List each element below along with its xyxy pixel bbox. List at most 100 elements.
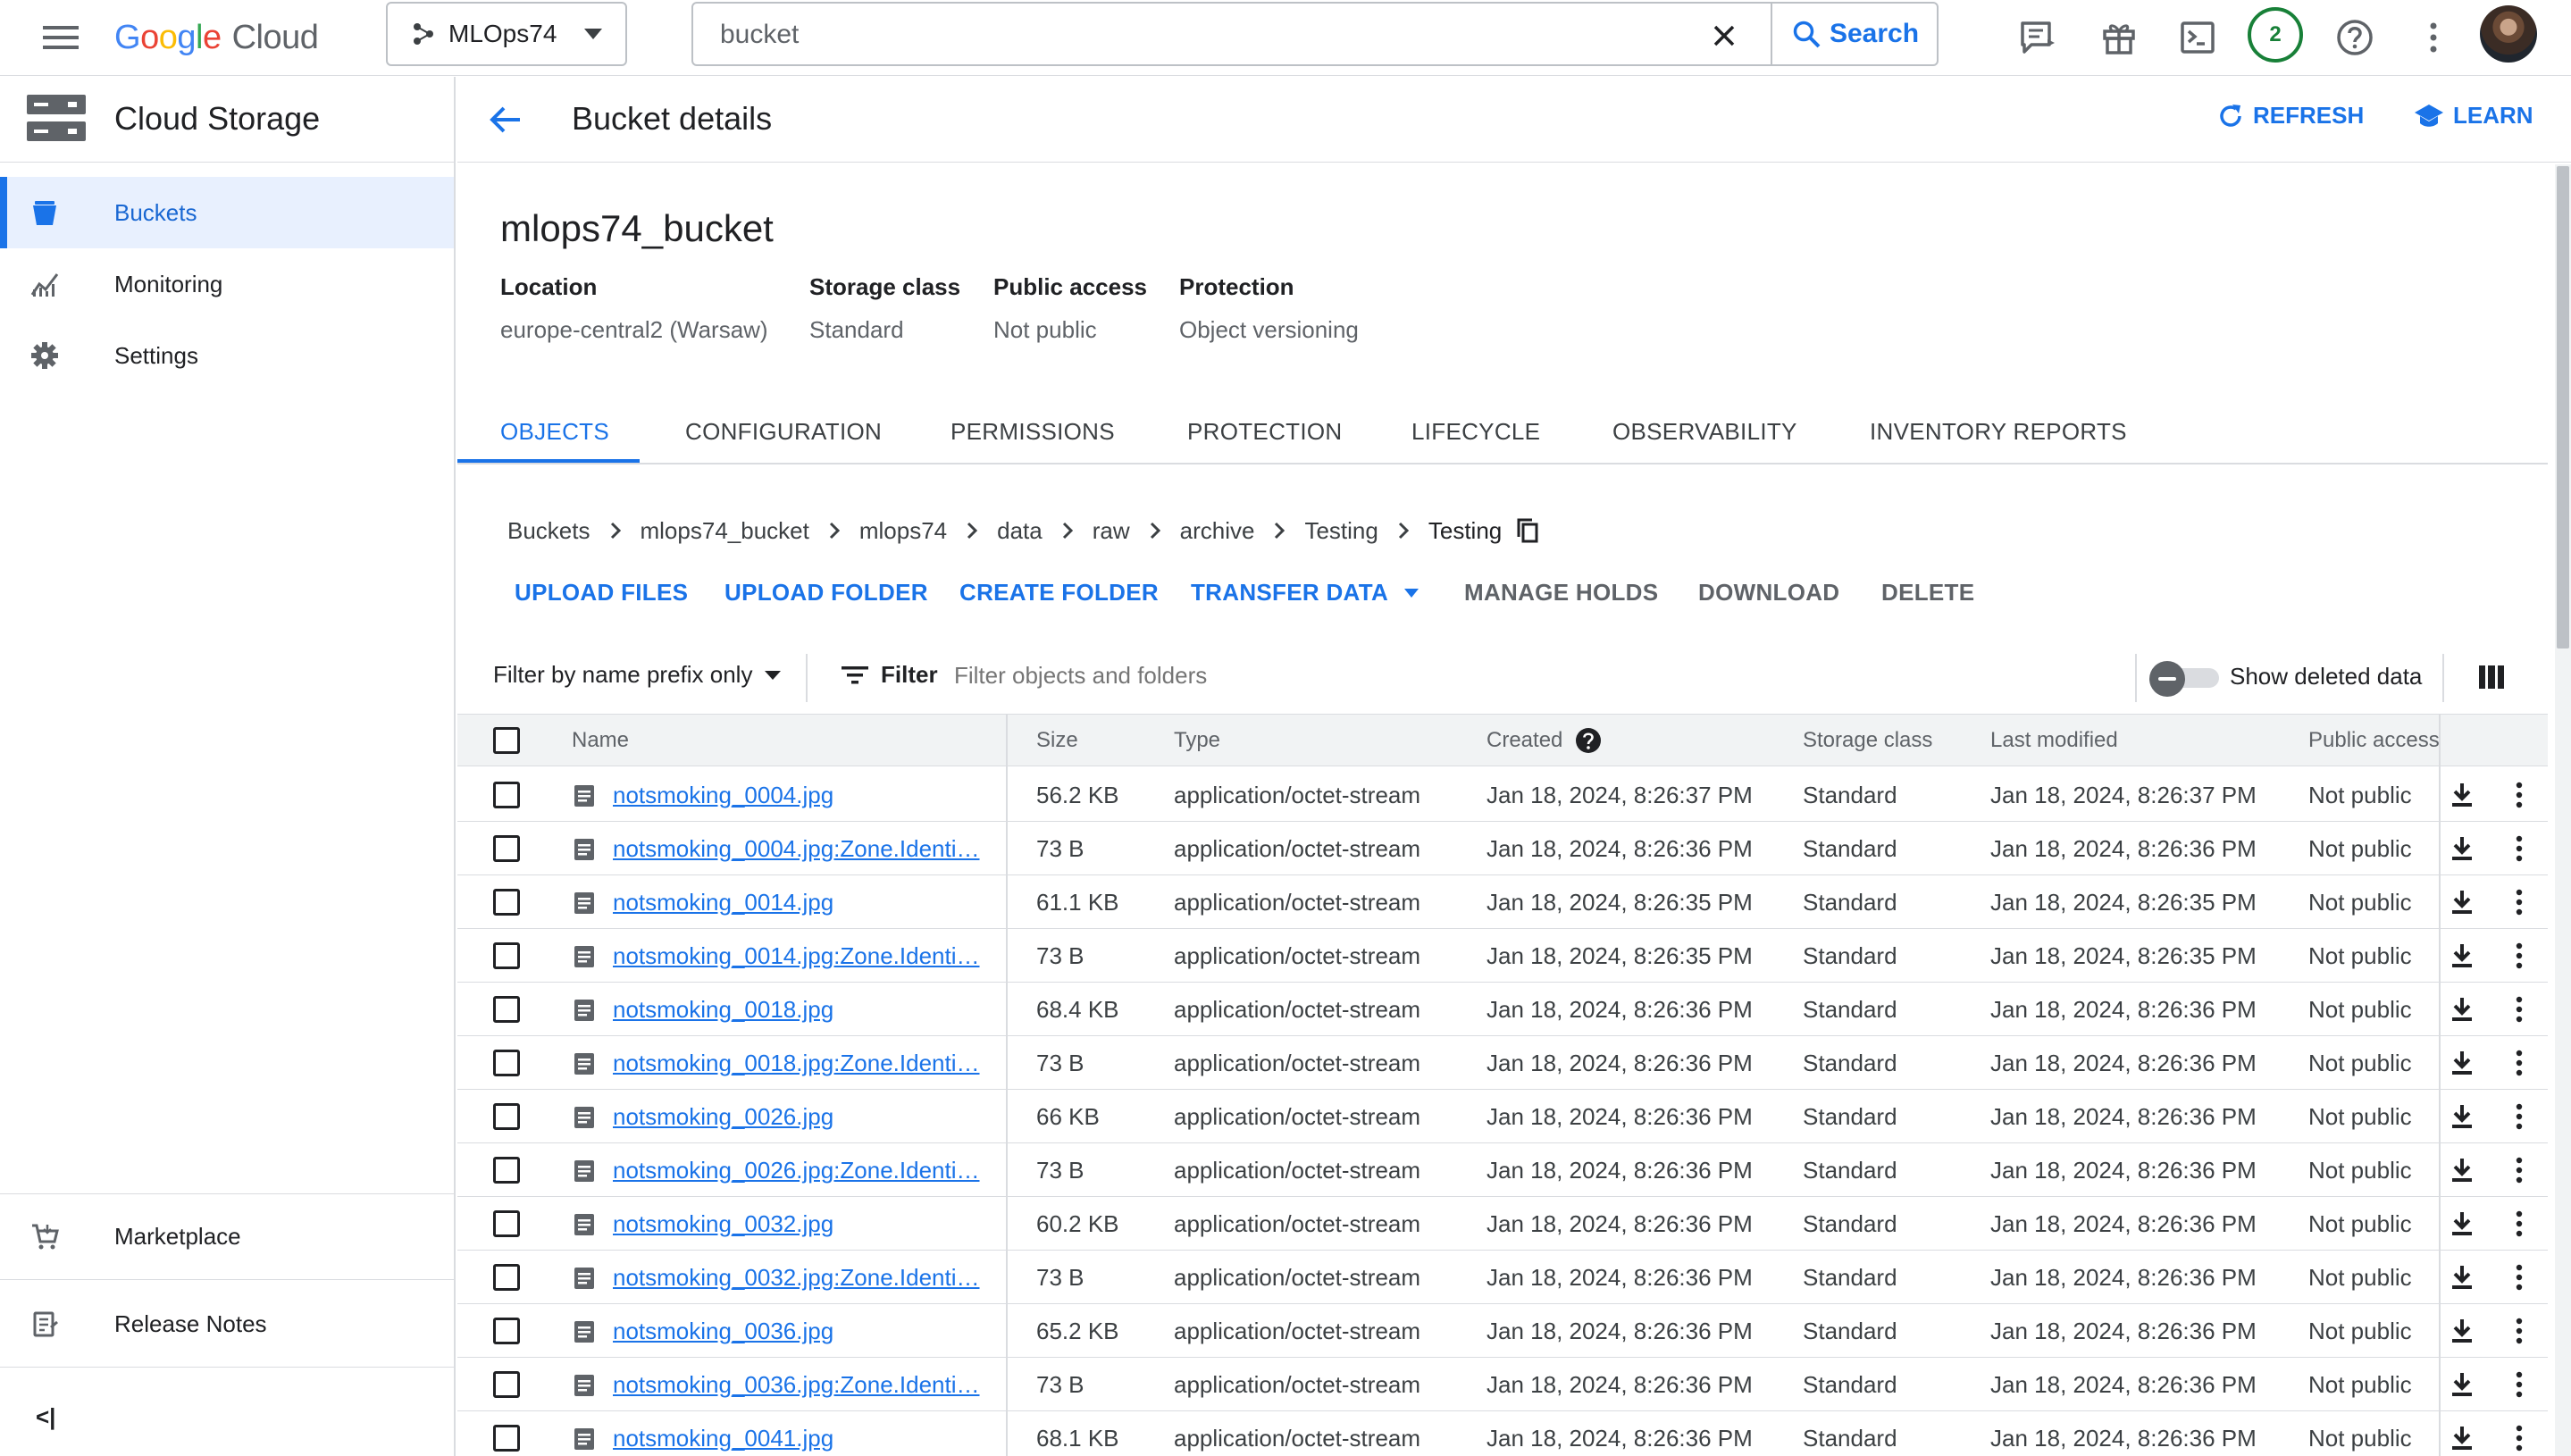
- search-button[interactable]: Search: [1771, 4, 1939, 64]
- row-checkbox[interactable]: [493, 1103, 520, 1130]
- column-display-icon[interactable]: [2478, 665, 2505, 690]
- cloud-shell-button[interactable]: [2173, 13, 2223, 63]
- table-row[interactable]: notsmoking_0026.jpg 66 KB application/octe…: [457, 1090, 2548, 1143]
- gift-button[interactable]: [2094, 13, 2144, 63]
- download-button[interactable]: DOWNLOAD: [1698, 579, 1839, 607]
- row-checkbox[interactable]: [493, 1264, 520, 1291]
- table-row[interactable]: notsmoking_0004.jpg 56.2 KB application/oc…: [457, 768, 2548, 822]
- table-row[interactable]: notsmoking_0014.jpg 61.1 KB application/oc…: [457, 875, 2548, 929]
- row-checkbox[interactable]: [493, 1050, 520, 1076]
- transfer-data-button[interactable]: TRANSFER DATA: [1191, 579, 1419, 607]
- learn-button[interactable]: LEARN: [2414, 102, 2533, 130]
- tab-permissions[interactable]: PERMISSIONS: [951, 418, 1115, 446]
- tab-inventory-reports[interactable]: INVENTORY REPORTS: [1870, 418, 2127, 446]
- row-checkbox[interactable]: [493, 782, 520, 808]
- row-checkbox[interactable]: [493, 1371, 520, 1398]
- column-header-storage-class[interactable]: Storage class: [1803, 715, 1932, 766]
- download-icon[interactable]: [2448, 781, 2476, 809]
- download-icon[interactable]: [2448, 1424, 2476, 1452]
- main-menu-button[interactable]: [36, 18, 86, 57]
- tab-lifecycle[interactable]: LIFECYCLE: [1411, 418, 1540, 446]
- google-cloud-logo[interactable]: Go o g l e Cloud: [114, 11, 319, 64]
- delete-button[interactable]: DELETE: [1881, 579, 1974, 607]
- object-name-link[interactable]: notsmoking_0014.jpg: [613, 875, 833, 929]
- object-name-link[interactable]: notsmoking_0032.jpg:Zone.Identi…: [613, 1251, 980, 1304]
- object-name-link[interactable]: notsmoking_0026.jpg:Zone.Identi…: [613, 1143, 980, 1197]
- more-vert-icon[interactable]: [2505, 1209, 2533, 1238]
- download-icon[interactable]: [2448, 1317, 2476, 1345]
- object-name-link[interactable]: notsmoking_0041.jpg: [613, 1411, 833, 1456]
- download-icon[interactable]: [2448, 1102, 2476, 1131]
- filter-objects-input[interactable]: [954, 656, 1937, 695]
- more-vert-icon[interactable]: [2505, 1156, 2533, 1184]
- upload-folder-button[interactable]: UPLOAD FOLDER: [724, 579, 928, 607]
- breadcrumb-item[interactable]: raw: [1093, 517, 1130, 545]
- table-row[interactable]: notsmoking_0018.jpg 68.4 KB application/oc…: [457, 983, 2548, 1036]
- tab-observability[interactable]: OBSERVABILITY: [1612, 418, 1797, 446]
- sidebar-item-release-notes[interactable]: Release Notes: [0, 1288, 454, 1360]
- download-icon[interactable]: [2448, 1049, 2476, 1077]
- table-row[interactable]: notsmoking_0036.jpg:Zone.Identi… 73 B appl…: [457, 1358, 2548, 1411]
- breadcrumb-item[interactable]: Buckets: [507, 517, 590, 545]
- download-icon[interactable]: [2448, 1209, 2476, 1238]
- breadcrumb-item[interactable]: data: [997, 517, 1043, 545]
- sidebar-item-settings[interactable]: Settings: [0, 320, 454, 391]
- create-folder-button[interactable]: CREATE FOLDER: [959, 579, 1159, 607]
- object-name-link[interactable]: notsmoking_0004.jpg: [613, 768, 833, 822]
- breadcrumb-item[interactable]: mlops74_bucket: [641, 517, 809, 545]
- clear-search-button[interactable]: [1706, 18, 1742, 54]
- scrollbar-thumb[interactable]: [2557, 166, 2569, 649]
- more-vert-icon[interactable]: [2505, 834, 2533, 863]
- copy-path-button[interactable]: [1516, 517, 1539, 544]
- table-row[interactable]: notsmoking_0018.jpg:Zone.Identi… 73 B appl…: [457, 1036, 2548, 1090]
- more-vert-icon[interactable]: [2505, 888, 2533, 916]
- download-icon[interactable]: [2448, 1370, 2476, 1399]
- breadcrumb-item[interactable]: archive: [1180, 517, 1255, 545]
- sidebar-item-marketplace[interactable]: Marketplace: [0, 1201, 454, 1272]
- object-name-link[interactable]: notsmoking_0036.jpg: [613, 1304, 833, 1358]
- row-checkbox[interactable]: [493, 1157, 520, 1184]
- object-name-link[interactable]: notsmoking_0036.jpg:Zone.Identi…: [613, 1358, 980, 1411]
- object-name-link[interactable]: notsmoking_0004.jpg:Zone.Identi…: [613, 822, 980, 875]
- column-header-size[interactable]: Size: [1036, 715, 1078, 766]
- more-vert-icon[interactable]: [2505, 1424, 2533, 1452]
- sidebar-item-buckets[interactable]: Buckets: [0, 177, 454, 248]
- search-input[interactable]: [720, 13, 1703, 57]
- help-button[interactable]: [2330, 13, 2380, 63]
- more-vert-icon[interactable]: [2505, 1049, 2533, 1077]
- select-all-checkbox[interactable]: [493, 727, 520, 754]
- row-checkbox[interactable]: [493, 835, 520, 862]
- more-vert-icon[interactable]: [2505, 941, 2533, 970]
- row-checkbox[interactable]: [493, 1210, 520, 1237]
- more-options-button[interactable]: [2408, 13, 2458, 63]
- manage-holds-button[interactable]: MANAGE HOLDS: [1464, 579, 1658, 607]
- column-header-type[interactable]: Type: [1174, 715, 1220, 766]
- row-checkbox[interactable]: [493, 996, 520, 1023]
- more-vert-icon[interactable]: [2505, 1263, 2533, 1292]
- back-button[interactable]: [484, 98, 527, 141]
- column-header-public-access[interactable]: Public access: [2308, 715, 2440, 766]
- object-name-link[interactable]: notsmoking_0026.jpg: [613, 1090, 833, 1143]
- download-icon[interactable]: [2448, 995, 2476, 1024]
- object-name-link[interactable]: notsmoking_0014.jpg:Zone.Identi…: [613, 929, 980, 983]
- download-icon[interactable]: [2448, 1156, 2476, 1184]
- row-checkbox[interactable]: [493, 889, 520, 916]
- object-name-link[interactable]: notsmoking_0018.jpg:Zone.Identi…: [613, 1036, 980, 1090]
- project-picker[interactable]: MLOps74: [386, 2, 627, 66]
- help-icon[interactable]: [1575, 727, 1602, 754]
- refresh-button[interactable]: REFRESH: [2217, 102, 2364, 130]
- table-row[interactable]: notsmoking_0014.jpg:Zone.Identi… 73 B appl…: [457, 929, 2548, 983]
- more-vert-icon[interactable]: [2505, 781, 2533, 809]
- object-name-link[interactable]: notsmoking_0032.jpg: [613, 1197, 833, 1251]
- upload-files-button[interactable]: UPLOAD FILES: [515, 579, 688, 607]
- tab-protection[interactable]: PROTECTION: [1187, 418, 1342, 446]
- notifications-badge[interactable]: 2: [2248, 7, 2303, 63]
- breadcrumb-item[interactable]: Testing: [1304, 517, 1378, 545]
- filter-button[interactable]: Filter: [842, 661, 938, 689]
- row-checkbox[interactable]: [493, 1318, 520, 1344]
- table-row[interactable]: notsmoking_0041.jpg 68.1 KB application/oc…: [457, 1411, 2548, 1456]
- object-name-link[interactable]: notsmoking_0018.jpg: [613, 983, 833, 1036]
- download-icon[interactable]: [2448, 834, 2476, 863]
- table-row[interactable]: notsmoking_0032.jpg 60.2 KB application/oc…: [457, 1197, 2548, 1251]
- more-vert-icon[interactable]: [2505, 995, 2533, 1024]
